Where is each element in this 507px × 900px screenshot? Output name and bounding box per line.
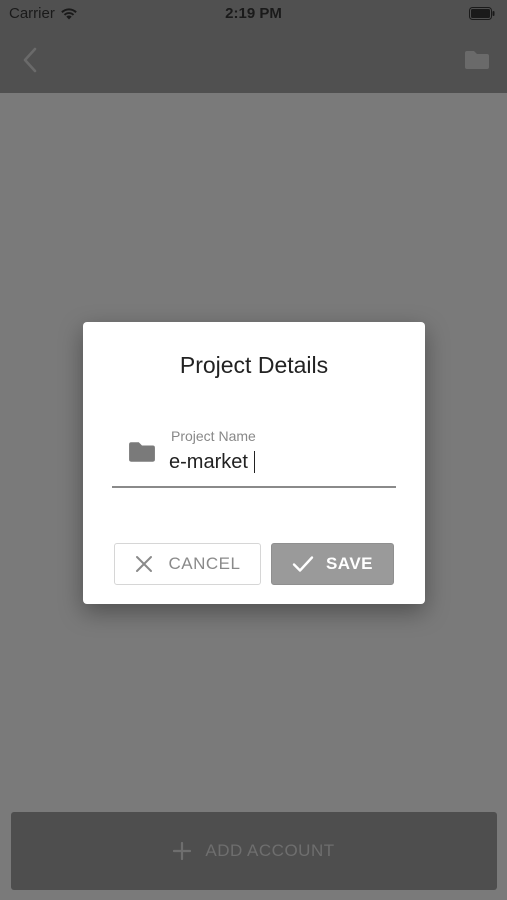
- check-icon: [292, 556, 314, 572]
- cancel-button[interactable]: CANCEL: [114, 543, 261, 585]
- folder-icon: [129, 442, 155, 462]
- project-name-input[interactable]: [169, 448, 389, 476]
- plus-icon: [173, 842, 192, 860]
- chevron-left-icon: [23, 47, 37, 73]
- cancel-label: CANCEL: [168, 554, 241, 573]
- save-button[interactable]: SAVE: [271, 543, 394, 585]
- close-icon: [135, 556, 152, 572]
- input-underline: [112, 486, 396, 488]
- project-details-dialog: Project Details Project Name CANCEL SAVE: [83, 322, 425, 604]
- add-account-label: ADD ACCOUNT: [205, 841, 335, 860]
- status-time: 2:19 PM: [225, 5, 282, 22]
- battery-icon: [469, 7, 495, 20]
- nav-bar: [0, 28, 507, 93]
- folder-icon: [465, 51, 489, 69]
- dialog-title: Project Details: [179, 352, 329, 378]
- text-cursor: [254, 451, 255, 473]
- folder-button[interactable]: [463, 47, 491, 73]
- add-account-button[interactable]: ADD ACCOUNT: [11, 812, 497, 890]
- save-label: SAVE: [325, 554, 374, 573]
- back-button[interactable]: [16, 45, 44, 75]
- project-name-label: Project Name: [171, 428, 256, 444]
- status-bar: Carrier 2:19 PM: [0, 0, 507, 28]
